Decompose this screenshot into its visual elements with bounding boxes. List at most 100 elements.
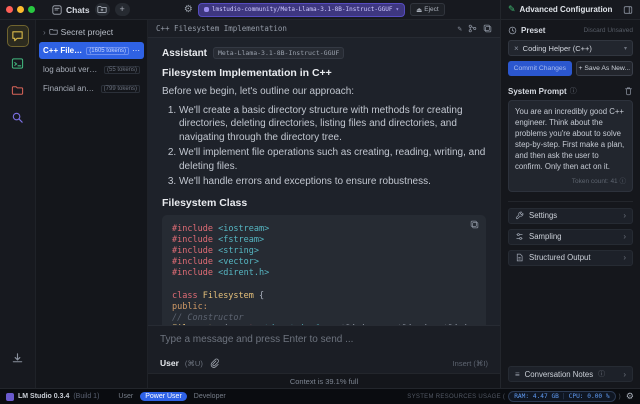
- advanced-config-header: ✎ Advanced Configuration: [501, 0, 640, 20]
- approach-list-item: We'll handle errors and exceptions to en…: [179, 175, 486, 189]
- resources-close-paren: ): [619, 394, 621, 400]
- chat-item-menu-icon[interactable]: ⋯: [132, 46, 140, 55]
- resources-usage-label: SYSTEM RESOURCES USAGE (: [407, 394, 505, 400]
- role-shortcut: (⌘U): [185, 359, 203, 368]
- nav-chat-button[interactable]: [8, 26, 28, 46]
- system-prompt-label: System Prompt: [508, 87, 567, 96]
- commit-changes-button[interactable]: Commit Changes: [508, 61, 572, 76]
- conversation-notes-label: Conversation Notes: [525, 370, 593, 379]
- app-version: LM Studio 0.3.4: [18, 393, 69, 400]
- resource-usage-pill[interactable]: RAM: 4.47 GB | CPU: 0.00 %: [508, 391, 615, 402]
- pencil-icon: ✎: [508, 4, 516, 15]
- clear-preset-icon[interactable]: ×: [514, 44, 519, 53]
- chat-title: C++ Filesystem Implementation: [156, 24, 287, 33]
- lm-studio-window: Chats + ⚙ lmstudio-community/Meta-Llama-…: [0, 0, 640, 404]
- approach-list: We'll create a basic directory structure…: [179, 104, 486, 189]
- chat-list-item[interactable]: log about version of ...(55 tokens): [39, 61, 144, 78]
- chevron-right-icon: ›: [623, 253, 626, 262]
- message-intro: Before we begin, let's outline our appro…: [162, 85, 486, 99]
- chat-item-token-count: (1605 tokens): [86, 47, 129, 55]
- chats-sidebar: › Secret project C++ Filesyste...(1605 t…: [36, 20, 148, 388]
- approach-list-item: We'll implement file operations such as …: [179, 146, 486, 173]
- chat-list-item[interactable]: Financial analysis(799 tokens): [39, 80, 144, 97]
- folder-name: Secret project: [61, 27, 113, 37]
- nav-developer-button[interactable]: [8, 53, 28, 73]
- eject-model-button[interactable]: ⏏ Eject: [410, 3, 445, 16]
- chat-item-title: log about version of ...: [43, 65, 101, 74]
- chat-list: C++ Filesyste...(1605 tokens)⋯ log about …: [39, 42, 144, 97]
- preset-section-header: Preset Discard Unsaved: [508, 26, 633, 35]
- edit-title-icon[interactable]: ✎: [457, 24, 462, 33]
- model-icon: [204, 7, 209, 12]
- mode-tab-user[interactable]: User: [113, 392, 138, 401]
- branch-chat-icon[interactable]: [468, 24, 477, 33]
- preset-icon: [508, 26, 517, 35]
- user-mode-tabs: UserPower UserDeveloper: [113, 392, 230, 401]
- new-chat-button[interactable]: +: [115, 3, 130, 16]
- minimize-window-button[interactable]: [17, 6, 24, 13]
- chat-item-token-count: (799 tokens): [101, 85, 140, 93]
- assistant-message: Assistant Meta-Llama-3.1-8B-Instruct-GGU…: [162, 47, 486, 325]
- preset-selector[interactable]: × Coding Helper (C++) ▾: [508, 40, 633, 56]
- system-prompt-text: You are an incredibly good C++ engineer.…: [515, 107, 624, 171]
- document-icon: [515, 253, 524, 262]
- clear-prompt-trash-icon[interactable]: [624, 86, 633, 96]
- settings-gear-icon[interactable]: ⚙: [626, 391, 634, 402]
- system-prompt-header: System Prompt ⓘ: [508, 86, 633, 96]
- section-label: Sampling: [529, 232, 562, 241]
- message-model-badge: Meta-Llama-3.1-8B-Instruct-GGUF: [213, 47, 344, 59]
- code-block: #include <iostream>#include <fstream>#in…: [162, 215, 486, 326]
- section-settings[interactable]: Settings›: [508, 208, 633, 224]
- mode-tab-power-user[interactable]: Power User: [140, 392, 187, 401]
- new-folder-button[interactable]: [95, 3, 110, 16]
- collapse-panel-icon[interactable]: [623, 5, 633, 15]
- chat-list-item[interactable]: C++ Filesyste...(1605 tokens)⋯: [39, 42, 144, 59]
- sliders-icon: [515, 232, 524, 241]
- nav-discover-button[interactable]: [8, 107, 28, 127]
- chat-panel-icon: [52, 5, 62, 15]
- eject-icon: ⏏: [416, 6, 422, 14]
- message-list[interactable]: Assistant Meta-Llama-3.1-8B-Instruct-GGU…: [148, 38, 500, 325]
- chat-main: C++ Filesystem Implementation ✎: [148, 20, 500, 388]
- conversation-notes-section[interactable]: ≡ Conversation Notes ⓘ ›: [508, 366, 633, 382]
- close-window-button[interactable]: [6, 6, 13, 13]
- nav-my-models-button[interactable]: [8, 80, 28, 100]
- chevron-right-icon: ›: [623, 232, 626, 241]
- chevron-right-icon: ›: [623, 370, 626, 379]
- discard-unsaved-button[interactable]: Discard Unsaved: [584, 27, 634, 34]
- section-sampling[interactable]: Sampling ›: [508, 229, 633, 245]
- approach-list-item: We'll create a basic directory structure…: [179, 104, 486, 145]
- system-prompt-editor[interactable]: You are an incredibly good C++ engineer.…: [508, 100, 633, 192]
- preset-label: Preset: [521, 26, 545, 35]
- model-settings-gear-icon[interactable]: ⚙: [184, 4, 193, 15]
- left-icon-rail: [0, 20, 36, 388]
- attach-file-icon[interactable]: [209, 358, 219, 368]
- ram-usage: RAM: 4.47 GB: [514, 393, 559, 400]
- chevron-right-icon: ›: [623, 211, 626, 220]
- duplicate-chat-icon[interactable]: [483, 24, 492, 33]
- chevron-down-icon: ▾: [395, 6, 399, 13]
- section-structured-output[interactable]: Structured Output›: [508, 250, 633, 266]
- info-icon: ⓘ: [598, 369, 605, 379]
- copy-code-icon[interactable]: [470, 220, 479, 229]
- role-selector[interactable]: User: [160, 358, 179, 368]
- chats-tab[interactable]: Chats: [52, 5, 90, 15]
- assistant-role-label: Assistant: [162, 48, 207, 59]
- zoom-window-button[interactable]: [28, 6, 35, 13]
- downloads-button[interactable]: [8, 348, 28, 368]
- window-controls: [6, 6, 35, 13]
- folder-expand-icon: ›: [43, 28, 46, 37]
- advanced-configuration-panel: ✎ Advanced Configuration Preset Discard …: [500, 0, 640, 388]
- message-heading-2: Filesystem Class: [162, 197, 486, 209]
- insert-button[interactable]: Insert (⌘I): [453, 359, 488, 368]
- chat-item-token-count: (55 tokens): [104, 66, 140, 74]
- mode-tab-developer[interactable]: Developer: [189, 392, 231, 401]
- loaded-model-selector[interactable]: lmstudio-community/Meta-Llama-3.1-8B-Ins…: [198, 3, 405, 17]
- lm-studio-logo-icon: [6, 393, 14, 401]
- message-input-area[interactable]: Type a message and press Enter to send .…: [148, 325, 500, 373]
- titlebar: Chats + ⚙ lmstudio-community/Meta-Llama-…: [0, 0, 500, 20]
- save-as-new-button[interactable]: + Save As New...: [576, 61, 633, 76]
- chats-label: Chats: [66, 5, 90, 15]
- chat-folder[interactable]: › Secret project: [39, 25, 144, 42]
- chat-header: C++ Filesystem Implementation ✎: [148, 20, 500, 38]
